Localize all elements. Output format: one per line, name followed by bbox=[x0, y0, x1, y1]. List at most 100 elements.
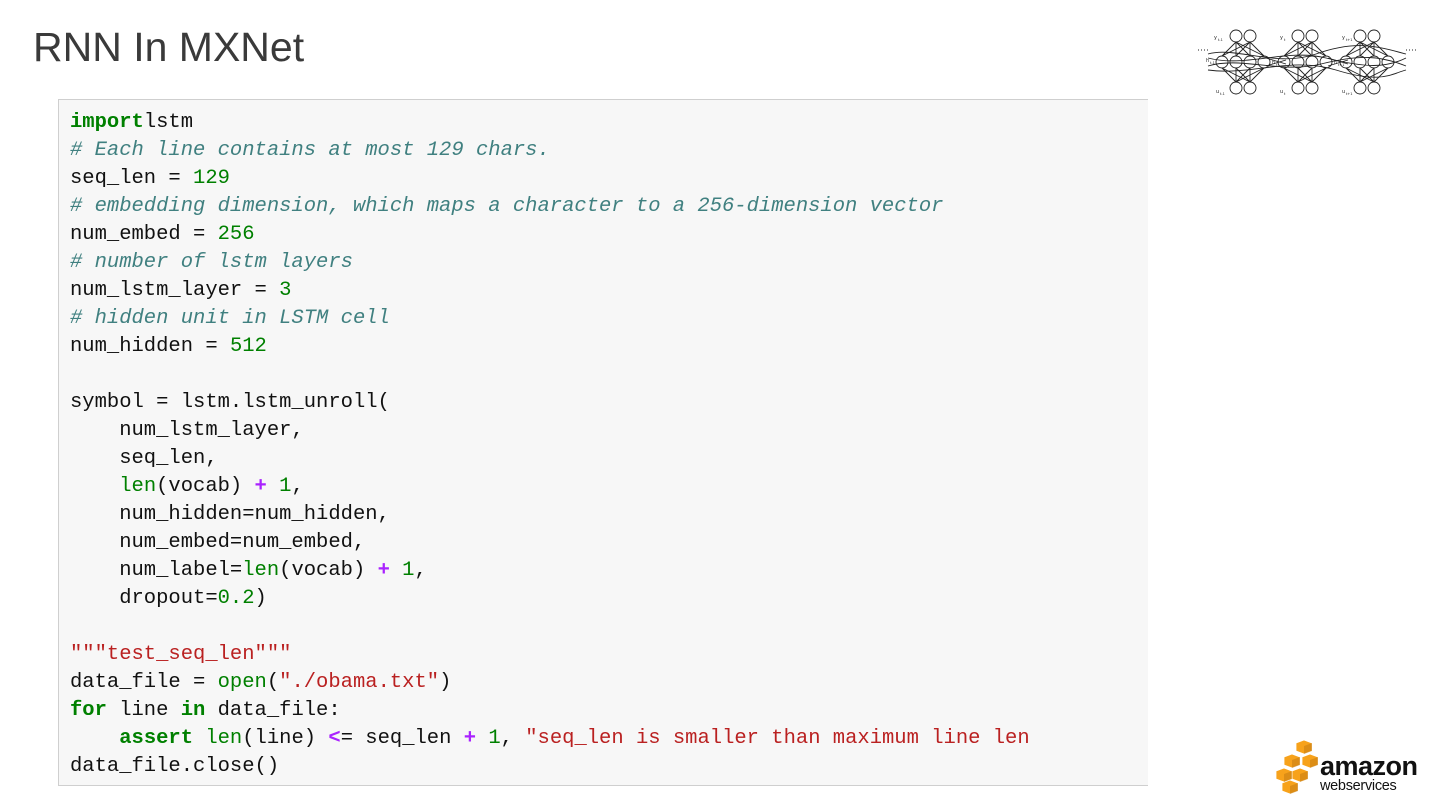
code-token: data_file = bbox=[70, 671, 218, 694]
code-token: seq_len, bbox=[70, 447, 218, 470]
code-line: assert len(line) <= seq_len + 1, "seq_le… bbox=[70, 725, 1148, 753]
svg-text:h: h bbox=[1272, 60, 1275, 66]
code-token: ( bbox=[266, 671, 280, 694]
code-token: num_lstm_layer, bbox=[70, 419, 304, 442]
code-token: symbol = lstm.lstm_unroll( bbox=[70, 391, 390, 414]
code-token: len bbox=[193, 727, 243, 750]
code-token: import bbox=[70, 111, 144, 134]
code-token: + bbox=[254, 475, 267, 498]
code-line: # Each line contains at most 129 chars. bbox=[70, 137, 1148, 165]
svg-text:y: y bbox=[1280, 35, 1283, 41]
svg-text:t: t bbox=[1284, 92, 1286, 96]
code-token: , bbox=[291, 475, 304, 498]
code-token: num_hidden = bbox=[70, 335, 230, 358]
svg-text:h: h bbox=[1206, 58, 1209, 64]
code-token: dropout= bbox=[70, 587, 218, 610]
aws-logo: amazon webservices bbox=[1274, 738, 1420, 796]
code-token: len bbox=[242, 559, 280, 582]
code-token: for bbox=[70, 699, 107, 722]
code-line: importlstm bbox=[70, 109, 1148, 137]
code-line: for line in data_file: bbox=[70, 697, 1148, 725]
code-token: num_hidden=num_hidden, bbox=[70, 503, 390, 526]
code-token: num_embed = bbox=[70, 223, 218, 246]
code-token: ) bbox=[254, 587, 267, 610]
code-line: num_lstm_layer, bbox=[70, 417, 1148, 445]
aws-logo-text-amazon: amazon bbox=[1320, 751, 1418, 781]
code-token: + bbox=[463, 727, 477, 750]
code-token: open bbox=[217, 671, 267, 694]
code-token: 129 bbox=[193, 167, 230, 190]
rnn-unrolled-diagram-icon: y t-1 yt y t+1 h t-1 ht h t+1 u t-1 ut u t+1 bbox=[1198, 29, 1416, 96]
code-line: # number of lstm layers bbox=[70, 249, 1148, 277]
code-line: seq_len, bbox=[70, 445, 1148, 473]
code-line: data_file.close() bbox=[70, 753, 1148, 781]
code-line: seq_len = 129 bbox=[70, 165, 1148, 193]
code-token: """test_seq_len""" bbox=[70, 643, 292, 666]
code-token: 3 bbox=[279, 279, 292, 302]
code-token: (vocab) bbox=[279, 559, 378, 582]
code-line: num_embed = 256 bbox=[70, 221, 1148, 249]
code-block: importlstm # Each line contains at most 1… bbox=[59, 100, 1148, 781]
code-cell[interactable]: importlstm # Each line contains at most 1… bbox=[58, 99, 1148, 786]
code-token: num_lstm_layer = bbox=[70, 279, 280, 302]
code-token: "seq_len is smaller than maximum line le… bbox=[525, 727, 1030, 750]
code-token: 512 bbox=[229, 335, 267, 358]
svg-text:u: u bbox=[1216, 89, 1219, 95]
code-token: # embedding dimension, which maps a char… bbox=[70, 195, 944, 218]
code-token: , bbox=[500, 727, 526, 750]
code-token: 1 bbox=[389, 559, 415, 582]
code-token: ) bbox=[439, 671, 452, 694]
code-token: num_embed=num_embed, bbox=[70, 531, 366, 554]
svg-text:t-1: t-1 bbox=[1220, 92, 1225, 96]
code-token: len bbox=[119, 475, 157, 498]
code-token: 256 bbox=[217, 223, 255, 246]
code-token: # number of lstm layers bbox=[70, 251, 353, 274]
code-token: + bbox=[377, 559, 390, 582]
svg-text:h: h bbox=[1334, 60, 1337, 66]
code-line: len(vocab) + 1, bbox=[70, 473, 1148, 501]
svg-text:t-1: t-1 bbox=[1218, 38, 1223, 42]
svg-text:t-1: t-1 bbox=[1210, 61, 1215, 65]
code-token: , bbox=[414, 559, 427, 582]
svg-text:t: t bbox=[1284, 38, 1286, 42]
code-line: num_hidden = 512 bbox=[70, 333, 1148, 361]
code-line: dropout=0.2) bbox=[70, 585, 1148, 613]
code-token: (vocab) bbox=[156, 475, 255, 498]
code-token: # hidden unit in LSTM cell bbox=[70, 307, 390, 330]
code-token: 1 bbox=[476, 727, 501, 750]
code-token: seq_len = bbox=[70, 167, 194, 190]
code-token: "./obama.txt" bbox=[279, 671, 440, 694]
code-token: lstm bbox=[143, 111, 194, 134]
svg-text:u: u bbox=[1342, 89, 1345, 95]
code-token: (line) bbox=[242, 727, 329, 750]
svg-text:t+1: t+1 bbox=[1338, 63, 1345, 67]
svg-text:y: y bbox=[1342, 35, 1345, 41]
svg-text:t+1: t+1 bbox=[1346, 38, 1353, 42]
code-token: line bbox=[106, 699, 181, 722]
code-token: # Each line contains at most 129 chars. bbox=[70, 139, 550, 162]
code-token: < bbox=[328, 727, 341, 750]
code-token: = seq_len bbox=[340, 727, 464, 750]
code-line: # hidden unit in LSTM cell bbox=[70, 305, 1148, 333]
svg-text:y: y bbox=[1214, 35, 1217, 41]
svg-text:u: u bbox=[1280, 89, 1283, 95]
code-token: in bbox=[180, 699, 206, 722]
code-line: num_embed=num_embed, bbox=[70, 529, 1148, 557]
code-token: assert bbox=[119, 727, 194, 750]
code-token: 1 bbox=[266, 475, 292, 498]
code-line: num_lstm_layer = 3 bbox=[70, 277, 1148, 305]
code-line: symbol = lstm.lstm_unroll( bbox=[70, 389, 1148, 417]
slide-title: RNN In MXNet bbox=[33, 24, 305, 70]
code-token: 0.2 bbox=[217, 587, 255, 610]
code-line: num_label=len(vocab) + 1, bbox=[70, 557, 1148, 585]
code-line: data_file = open("./obama.txt") bbox=[70, 669, 1148, 697]
code-token: data_file: bbox=[205, 699, 341, 722]
code-token: num_label= bbox=[70, 559, 243, 582]
aws-cubes-icon bbox=[1275, 739, 1319, 795]
code-token: data_file.close() bbox=[70, 755, 280, 778]
svg-text:t+1: t+1 bbox=[1346, 92, 1353, 96]
